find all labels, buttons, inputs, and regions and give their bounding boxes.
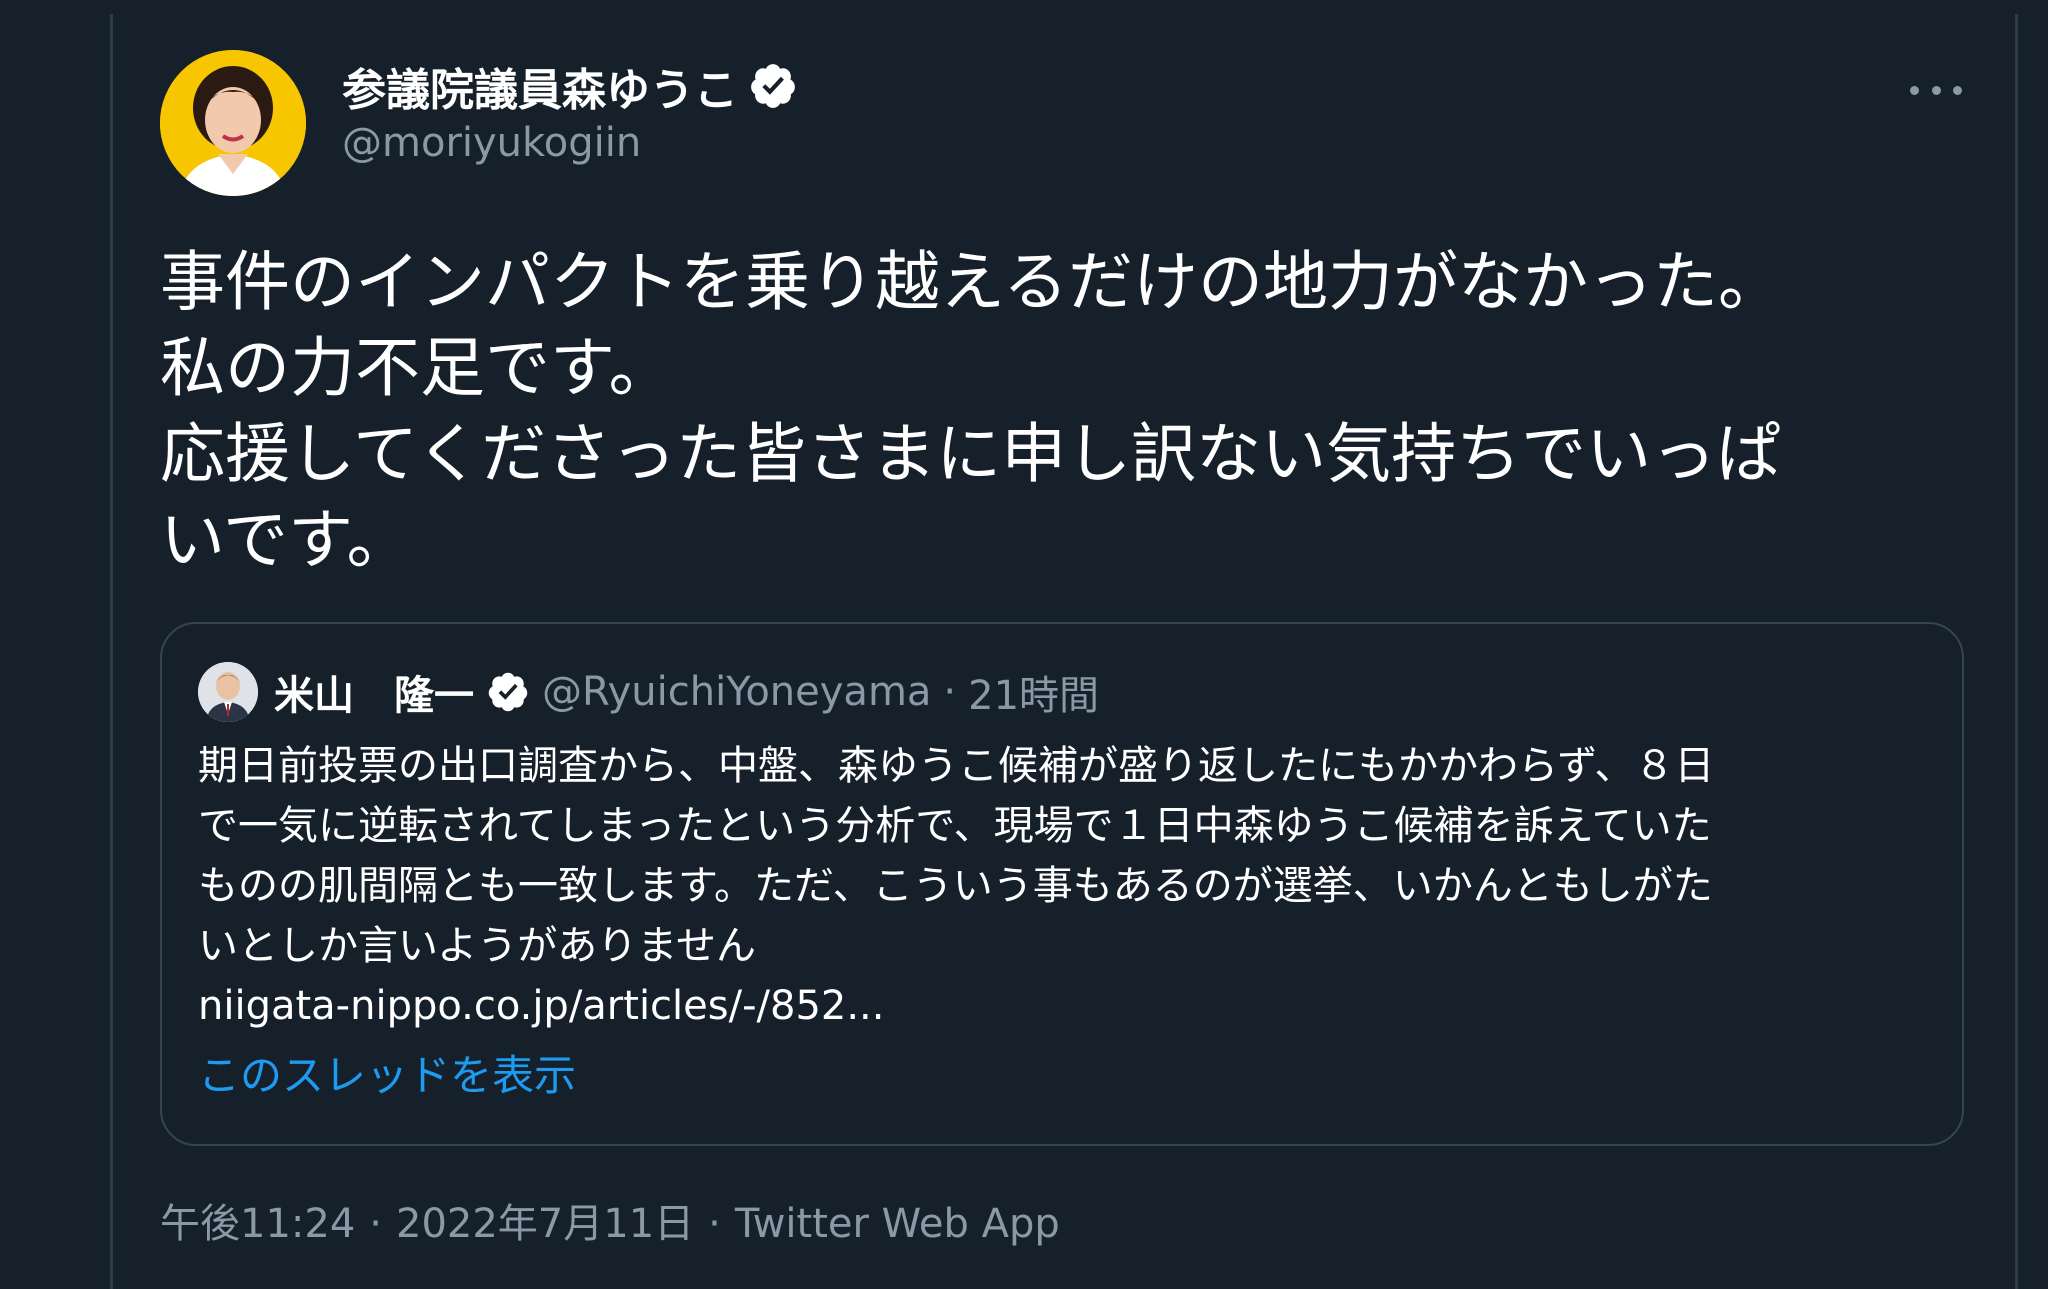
author-handle[interactable]: @moriyukogiin <box>342 120 641 166</box>
tweet-text-line: 事件のインパクトを乗り越えるだけの地力がなかった。 <box>160 245 1784 320</box>
tweet-metadata: 午後11:24 · 2022年7月11日 · Twitter Web App <box>160 1196 1060 1252</box>
tweet-client[interactable]: Twitter Web App <box>735 1196 1060 1252</box>
quoted-text-line: 期日前投票の出口調査から、中盤、森ゆうこ候補が盛り返したにもかかわらず、８日 <box>198 743 1715 789</box>
quoted-tweet-header: 米山 隆一 @RyuichiYoneyama · 21時間 <box>274 658 1099 726</box>
more-dot-icon <box>1931 85 1941 95</box>
quoted-text-line: で一気に逆転されてしまったという分析で、現場で１日中森ゆうこ候補を訴えていた <box>198 803 1712 849</box>
tweet-text-line: 応援してくださった皆さまに申し訳ない気持ちでいっぱ <box>160 417 1782 492</box>
show-thread-link[interactable]: このスレッドを表示 <box>198 1046 576 1106</box>
timeline-right-border <box>2015 14 2018 1289</box>
tweet-time[interactable]: 午後11:24 <box>160 1196 355 1252</box>
quoted-header-separator: · <box>943 669 957 715</box>
tweet-text-line: いです。 <box>160 503 412 578</box>
tweet-text: 事件のインパクトを乗り越えるだけの地力がなかった。 私の力不足です。 応援してく… <box>160 240 1920 584</box>
quoted-tweet-text: 期日前投票の出口調査から、中盤、森ゆうこ候補が盛り返したにもかかわらず、８日 で… <box>198 736 1938 976</box>
author-avatar[interactable] <box>160 50 306 196</box>
meta-separator: · <box>369 1201 382 1247</box>
timeline-left-border <box>110 14 113 1289</box>
verified-badge-icon <box>751 64 795 108</box>
quoted-tweet-time: 21時間 <box>968 673 1100 719</box>
quoted-author-handle: @RyuichiYoneyama <box>542 669 932 715</box>
verified-badge-icon <box>488 672 528 712</box>
more-dot-icon <box>1910 85 1919 95</box>
tweet-detail-page: 参議院議員森ゆうこ @moriyukogiin 事件のインパクトを乗り越えるだけ… <box>0 0 2048 1289</box>
author-display-name[interactable]: 参議院議員森ゆうこ <box>342 54 738 118</box>
quoted-author-name: 米山 隆一 <box>274 673 474 719</box>
more-options-icon[interactable] <box>1910 70 1962 110</box>
tweet-date[interactable]: 2022年7月11日 <box>396 1196 694 1252</box>
author-name-row[interactable]: 参議院議員森ゆうこ <box>342 56 798 116</box>
quoted-tweet-link[interactable]: niigata-nippo.co.jp/articles/-/852... <box>198 976 884 1036</box>
quoted-text-line: ものの肌間隔とも一致します。ただ、こういう事もあるのが選挙、いかんともしがた <box>198 863 1713 909</box>
quoted-text-line: いとしか言いようがありません <box>198 923 756 969</box>
quoted-author-avatar <box>198 662 258 722</box>
meta-separator: · <box>708 1201 721 1247</box>
tweet-text-line: 私の力不足です。 <box>160 331 674 406</box>
more-dot-icon <box>1953 85 1962 95</box>
quoted-tweet-card[interactable]: 米山 隆一 @RyuichiYoneyama · 21時間 期日前投票の出口調査… <box>160 622 1964 1146</box>
